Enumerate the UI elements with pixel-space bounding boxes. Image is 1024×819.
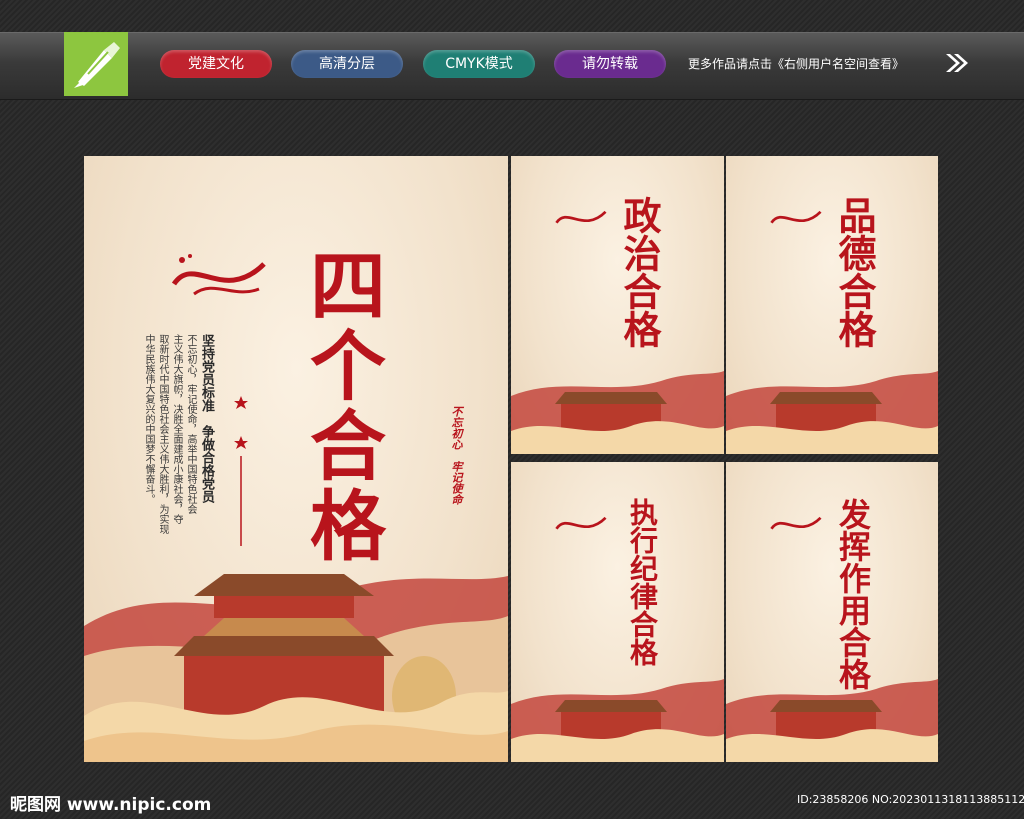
poster-political: 政治合格: [511, 156, 724, 454]
image-id: ID:23858206 NO:20230113181138851123: [797, 793, 1024, 806]
site-logo[interactable]: [64, 32, 128, 96]
china-dream-logo: [555, 516, 607, 530]
main-body-line-4: 中华民族伟大复兴的中国梦不懈奋斗。: [143, 334, 154, 504]
poster-role-title: 发挥作用合格: [834, 498, 872, 690]
promo-link[interactable]: 更多作品请点击《右侧用户名空间查看》: [688, 55, 904, 72]
tag-cmyk-mode[interactable]: CMYK模式: [423, 50, 535, 78]
china-dream-logo: [770, 210, 822, 224]
china-dream-logo: [770, 516, 822, 530]
palace-cloud-scene: [511, 679, 724, 762]
poster-moral-title: 品德合格: [832, 196, 877, 348]
main-seal: 不忘初心 牢记使命: [450, 406, 463, 505]
main-body-line-1: 不忘初心，牢记使命，高举中国特色社会: [185, 334, 196, 514]
tag-hd-layered[interactable]: 高清分层: [291, 50, 403, 78]
poster-main: 四个合格 坚持党员标准 争做合格党员 不忘初心，牢记使命，高举中国特色社会 主义…: [84, 156, 508, 762]
main-body-line-3: 取新时代中国特色社会主义伟大胜利，为实现: [157, 334, 168, 534]
poster-role: 发挥作用合格: [726, 462, 938, 762]
stars-decoration: [234, 396, 248, 546]
tag-no-repost[interactable]: 请勿转载: [554, 50, 666, 78]
poster-discipline: 执行纪律合格: [511, 462, 724, 762]
main-slogan: 坚持党员标准 争做合格党员: [199, 334, 214, 503]
site-watermark: 昵图网 www.nipic.com: [10, 795, 212, 815]
main-title: 四个合格: [297, 246, 386, 566]
poster-political-title: 政治合格: [617, 196, 662, 348]
main-body-line-2: 主义伟大旗帜，决胜全面建成小康社会，夺: [171, 334, 182, 524]
poster-moral: 品德合格: [726, 156, 938, 454]
double-chevron-right-icon[interactable]: [944, 52, 970, 74]
china-dream-logo: [171, 254, 266, 296]
pen-nib-icon: [74, 42, 120, 88]
china-dream-logo: [555, 210, 607, 224]
poster-discipline-title: 执行纪律合格: [626, 498, 659, 666]
tag-party-culture[interactable]: 党建文化: [160, 50, 272, 78]
star-icon: [234, 396, 248, 546]
palace-cloud-scene: [726, 679, 938, 762]
